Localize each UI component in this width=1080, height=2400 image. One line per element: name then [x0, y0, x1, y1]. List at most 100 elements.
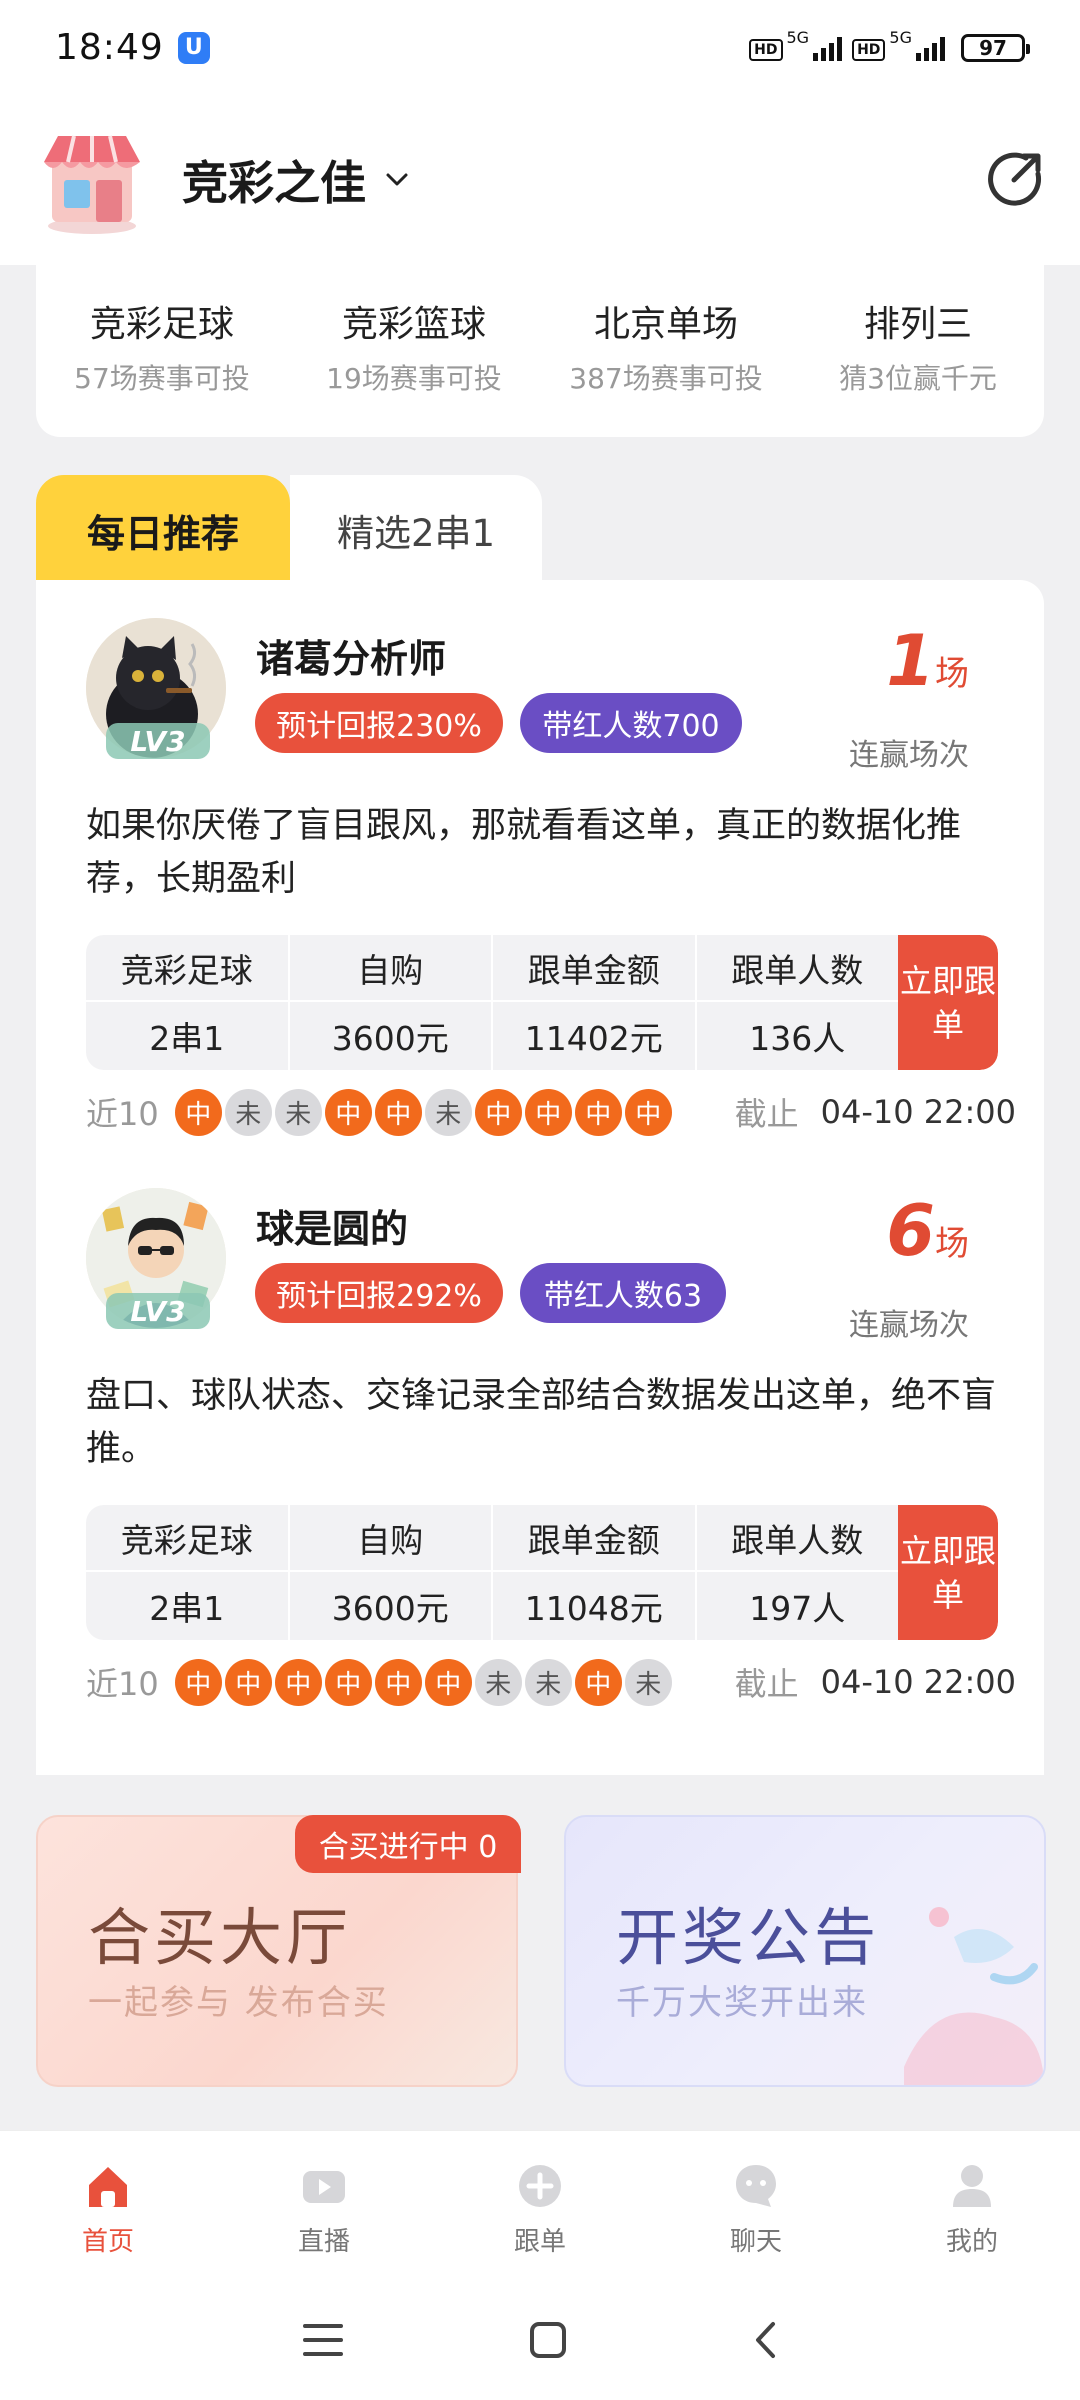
result-ball: 未: [224, 1088, 272, 1136]
result-ball: 中: [274, 1658, 322, 1706]
tab-selected-2x1[interactable]: 精选2串1: [290, 475, 542, 585]
battery-icon: 97: [961, 33, 1030, 62]
result-ball: 中: [174, 1088, 222, 1136]
expected-return-tag: 预计回报292%: [255, 1263, 503, 1323]
streak-unit: 场: [935, 654, 969, 694]
stats-table: 竞彩足球 2串1 自购 3600元 跟单金额 11402元 跟单人数 136人 立即跟单: [86, 935, 998, 1070]
nav-label: 跟单: [513, 2227, 566, 2257]
group-buy-status-badge: 合买进行中 0: [295, 1815, 521, 1873]
stats-head-amount: 跟单金额: [493, 935, 695, 1002]
nav-label: 首页: [81, 2227, 134, 2257]
status-bar: 18:49 U HD 5G HD 5G 97: [0, 0, 1080, 95]
follow-now-button[interactable]: 立即跟单: [898, 935, 998, 1070]
recommend-card[interactable]: LV3 诸葛分析师 预计回报230% 带红人数700 1场 连赢场次 如果你厌倦…: [36, 580, 1044, 1150]
signal-sim2: HD 5G: [852, 28, 945, 61]
recommend-panel: LV3 诸葛分析师 预计回报230% 带红人数700 1场 连赢场次 如果你厌倦…: [36, 580, 1044, 1775]
stats-val-self: 3600元: [331, 1018, 449, 1058]
network-type: 5G: [889, 27, 912, 47]
red-count-tag: 带红人数63: [520, 1263, 726, 1323]
chevron-down-icon[interactable]: [384, 167, 410, 193]
result-ball: 中: [174, 1658, 222, 1706]
signal-bars-icon: [813, 35, 843, 61]
result-ball: 未: [274, 1088, 322, 1136]
analyst-name[interactable]: 球是圆的: [256, 1198, 408, 1253]
lottery-announcement-card[interactable]: 开奖公告 千万大奖开出来: [564, 1815, 1046, 2087]
result-ball: 中: [374, 1658, 422, 1706]
status-time: 18:49: [55, 27, 164, 68]
chat-icon: [736, 2165, 776, 2207]
result-ball: 中: [524, 1088, 572, 1136]
red-count-tag: 带红人数700: [520, 693, 742, 753]
lottery-name: 北京单场: [593, 304, 738, 345]
app-notification-icon: U: [177, 31, 210, 64]
promo-sub: 一起参与 发布合买: [88, 1983, 389, 2023]
lottery-item-beijing-single[interactable]: 北京单场 387场赛事可投: [551, 295, 781, 437]
lottery-item-pick3[interactable]: 排列三 猜3位赢千元: [803, 295, 1033, 437]
streak-unit: 场: [935, 1224, 969, 1264]
nav-item-home[interactable]: 首页: [28, 2131, 188, 2280]
recent-label: 近10: [86, 1665, 159, 1703]
stats-val-amount: 11048元: [524, 1588, 663, 1628]
nav-item-follow[interactable]: 跟单: [460, 2131, 620, 2280]
streak-count: 6场: [886, 1190, 969, 1272]
deadline-label: 截止: [734, 1095, 799, 1133]
stats-val-play: 2串1: [149, 1588, 225, 1628]
live-icon: [303, 2171, 345, 2203]
stats-head-lottery: 竞彩足球: [86, 1505, 288, 1572]
deadline-time: 04-10 22:00: [820, 1093, 1016, 1131]
recent-results-row: 近10 中 中 中 中 中 中 未 未 中 未 截止 04-10 22:00: [86, 1657, 1016, 1707]
lottery-name: 排列三: [863, 304, 972, 345]
result-ball: 中: [574, 1658, 622, 1706]
nav-label: 聊天: [729, 2227, 782, 2257]
stats-val-people: 197人: [749, 1588, 846, 1628]
recent-results-row: 近10 中 未 未 中 中 未 中 中 中 中 截止 04-10 22:00: [86, 1087, 1016, 1137]
result-ball: 中: [224, 1658, 272, 1706]
menu-icon[interactable]: [303, 2322, 343, 2358]
result-ball: 未: [624, 1658, 672, 1706]
back-icon[interactable]: [753, 2321, 777, 2359]
stats-head-self: 自购: [289, 1505, 491, 1572]
expected-return-tag: 预计回报230%: [255, 693, 503, 753]
result-ball: 未: [524, 1658, 572, 1706]
stats-head-self: 自购: [289, 935, 491, 1002]
streak-count: 1场: [886, 620, 969, 702]
result-ball: 中: [474, 1088, 522, 1136]
home-icon: [89, 2167, 127, 2207]
network-type: 5G: [786, 27, 810, 47]
streak-number: 6: [886, 1190, 935, 1272]
stats-table: 竞彩足球 2串1 自购 3600元 跟单金额 11048元 跟单人数 197人 立即跟单: [86, 1505, 998, 1640]
recommend-card[interactable]: LV3 球是圆的 预计回报292% 带红人数63 6场 连赢场次 盘口、球队状态…: [36, 1150, 1044, 1720]
result-ball: 中: [424, 1658, 472, 1706]
analyst-name[interactable]: 诸葛分析师: [256, 628, 446, 683]
nav-item-chat[interactable]: 聊天: [676, 2131, 836, 2280]
stats-val-people: 136人: [749, 1018, 846, 1058]
tab-daily-recommend[interactable]: 每日推荐: [36, 475, 290, 585]
level-badge: LV3: [106, 1293, 210, 1329]
result-ball: 中: [324, 1088, 372, 1136]
result-ball: 未: [424, 1088, 472, 1136]
stats-val-amount: 11402元: [524, 1018, 663, 1058]
system-nav-bar: [0, 2280, 1080, 2400]
stats-head-amount: 跟单金额: [493, 1505, 695, 1572]
lottery-sub: 57场赛事可投: [74, 362, 250, 395]
deadline-label: 截止: [734, 1665, 799, 1703]
status-indicators: HD 5G HD 5G 97: [749, 28, 1030, 62]
signal-sim1: HD 5G: [749, 28, 843, 61]
stats-head-people: 跟单人数: [696, 935, 898, 1002]
shop-logo-icon[interactable]: [34, 122, 150, 238]
promo-title: 开奖公告: [616, 1901, 881, 1974]
share-icon[interactable]: [982, 148, 1046, 212]
result-ball: 中: [624, 1088, 672, 1136]
promo-sub: 千万大奖开出来: [616, 1983, 868, 2023]
nav-item-live[interactable]: 直播: [244, 2131, 404, 2280]
nav-label: 我的: [945, 2227, 998, 2257]
deadline-time: 04-10 22:00: [820, 1663, 1016, 1701]
lottery-item-football[interactable]: 竞彩足球 57场赛事可投: [47, 295, 277, 437]
promo-title: 合买大厅: [88, 1901, 353, 1974]
app-title[interactable]: 竞彩之佳: [182, 147, 366, 213]
follow-now-button[interactable]: 立即跟单: [898, 1505, 998, 1640]
lottery-name: 竞彩篮球: [341, 304, 486, 345]
lottery-item-basketball[interactable]: 竞彩篮球 19场赛事可投: [299, 295, 529, 437]
home-square-icon[interactable]: [529, 2321, 567, 2359]
nav-item-profile[interactable]: 我的: [892, 2131, 1052, 2280]
